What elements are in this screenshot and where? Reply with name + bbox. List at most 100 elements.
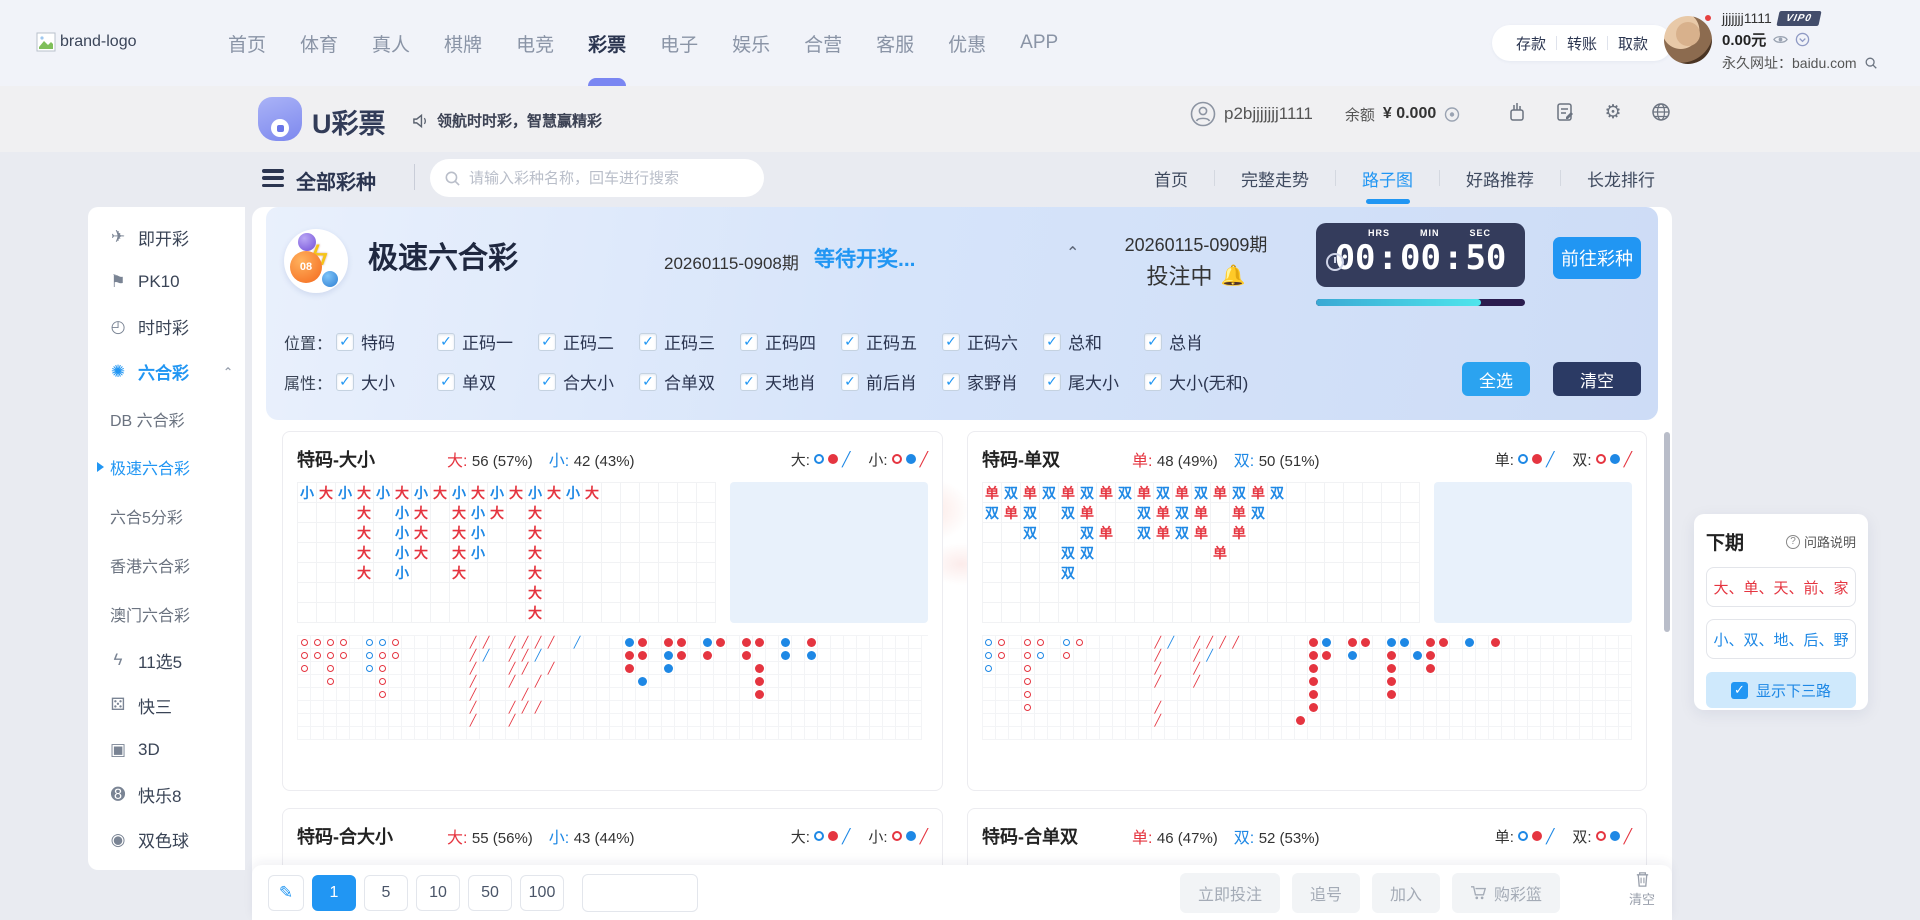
grid-cell[interactable]	[659, 543, 678, 563]
road-cell[interactable]	[1256, 714, 1269, 727]
road-cell[interactable]	[1061, 714, 1074, 727]
road-cell[interactable]	[1463, 688, 1476, 701]
road-cell[interactable]	[983, 662, 996, 675]
road-cell[interactable]: ╱	[532, 675, 545, 688]
road-cell[interactable]	[779, 662, 792, 675]
road-cell[interactable]	[298, 675, 311, 688]
grid-cell[interactable]: 大	[355, 503, 374, 523]
road-cell[interactable]	[818, 649, 831, 662]
road-cell[interactable]	[1061, 727, 1074, 740]
road-cell[interactable]	[1619, 701, 1632, 714]
road-cell[interactable]	[1541, 662, 1554, 675]
road-cell[interactable]	[1308, 688, 1321, 701]
road-cell[interactable]	[1347, 688, 1360, 701]
grid-cell[interactable]	[564, 603, 583, 623]
road-cell[interactable]	[441, 662, 454, 675]
grid-cell[interactable]: 双	[1116, 483, 1135, 503]
road-cell[interactable]	[337, 727, 350, 740]
grid-cell[interactable]	[583, 603, 602, 623]
grid-cell[interactable]	[1078, 583, 1097, 603]
grid-cell[interactable]: 双	[1154, 483, 1173, 503]
grid-cell[interactable]	[1173, 583, 1192, 603]
grid-cell[interactable]	[1344, 523, 1363, 543]
road-cell[interactable]	[571, 649, 584, 662]
road-cell[interactable]	[1269, 675, 1282, 688]
road-cell[interactable]	[909, 636, 922, 649]
grid-cell[interactable]	[1002, 603, 1021, 623]
grid-cell[interactable]	[583, 503, 602, 523]
road-cell[interactable]	[493, 636, 506, 649]
road-cell[interactable]: ╱	[467, 636, 480, 649]
road-cell[interactable]	[649, 701, 662, 714]
grid-cell[interactable]	[1268, 583, 1287, 603]
road-cell[interactable]	[779, 688, 792, 701]
grid-cell[interactable]	[640, 603, 659, 623]
grid-cell[interactable]	[507, 503, 526, 523]
grid-cell[interactable]	[1097, 563, 1116, 583]
road-cell[interactable]	[597, 649, 610, 662]
sidebar-item-3D[interactable]: ▣3D	[88, 728, 245, 773]
road-cell[interactable]	[389, 649, 402, 662]
road-cell[interactable]	[1204, 688, 1217, 701]
grid-cell[interactable]	[602, 543, 621, 563]
grid-cell[interactable]	[602, 503, 621, 523]
grid-cell[interactable]	[983, 523, 1002, 543]
road-cell[interactable]	[896, 688, 909, 701]
road-cell[interactable]	[1295, 727, 1308, 740]
road-cell[interactable]	[1009, 675, 1022, 688]
road-cell[interactable]	[896, 636, 909, 649]
road-cell[interactable]	[1178, 701, 1191, 714]
grid-cell[interactable]	[1363, 603, 1382, 623]
road-cell[interactable]	[701, 714, 714, 727]
road-cell[interactable]	[636, 636, 649, 649]
road-cell[interactable]	[389, 675, 402, 688]
road-cell[interactable]	[428, 636, 441, 649]
road-cell[interactable]	[415, 636, 428, 649]
grid-cell[interactable]	[1021, 563, 1040, 583]
road-cell[interactable]	[1502, 727, 1515, 740]
road-cell[interactable]: ╱	[1152, 636, 1165, 649]
grid-cell[interactable]	[1268, 543, 1287, 563]
grid-cell[interactable]: 小	[469, 503, 488, 523]
road-cell[interactable]	[558, 649, 571, 662]
road-cell[interactable]	[1619, 662, 1632, 675]
attribute-checkbox-大小[interactable]: ✓大小	[336, 369, 437, 394]
road-cell[interactable]	[1502, 675, 1515, 688]
road-cell[interactable]	[1113, 662, 1126, 675]
grid-cell[interactable]	[431, 563, 450, 583]
road-cell[interactable]	[701, 701, 714, 714]
road-cell[interactable]	[1139, 714, 1152, 727]
road-cell[interactable]	[1295, 688, 1308, 701]
grid-cell[interactable]	[1154, 543, 1173, 563]
road-cell[interactable]	[389, 701, 402, 714]
road-cell[interactable]	[1424, 701, 1437, 714]
attribute-checkbox-前后肖[interactable]: ✓前后肖	[841, 369, 942, 394]
road-cell[interactable]	[1282, 649, 1295, 662]
road-cell[interactable]	[1450, 701, 1463, 714]
road-cell[interactable]	[1308, 675, 1321, 688]
grid-cell[interactable]: 双	[1249, 503, 1268, 523]
grid-cell[interactable]	[450, 583, 469, 603]
road-cell[interactable]	[779, 636, 792, 649]
road-cell[interactable]	[1256, 675, 1269, 688]
road-cell[interactable]	[779, 649, 792, 662]
road-cell[interactable]	[1100, 675, 1113, 688]
grid-cell[interactable]	[602, 603, 621, 623]
road-cell[interactable]	[1139, 727, 1152, 740]
grid-cell[interactable]: 双	[1078, 523, 1097, 543]
road-cell[interactable]	[1399, 714, 1412, 727]
road-cell[interactable]	[792, 649, 805, 662]
grid-cell[interactable]	[678, 603, 697, 623]
grid-cell[interactable]: 双	[1230, 483, 1249, 503]
road-cell[interactable]	[649, 675, 662, 688]
grid-cell[interactable]	[1401, 563, 1420, 583]
grid-cell[interactable]: 单	[1211, 483, 1230, 503]
grid-cell[interactable]	[1325, 523, 1344, 543]
road-cell[interactable]	[441, 688, 454, 701]
road-cell[interactable]	[467, 727, 480, 740]
road-cell[interactable]	[636, 688, 649, 701]
sidebar-item-11选5[interactable]: ϟ11选5	[88, 638, 245, 683]
road-cell[interactable]	[1256, 636, 1269, 649]
grid-cell[interactable]	[355, 583, 374, 603]
road-cell[interactable]	[1048, 688, 1061, 701]
